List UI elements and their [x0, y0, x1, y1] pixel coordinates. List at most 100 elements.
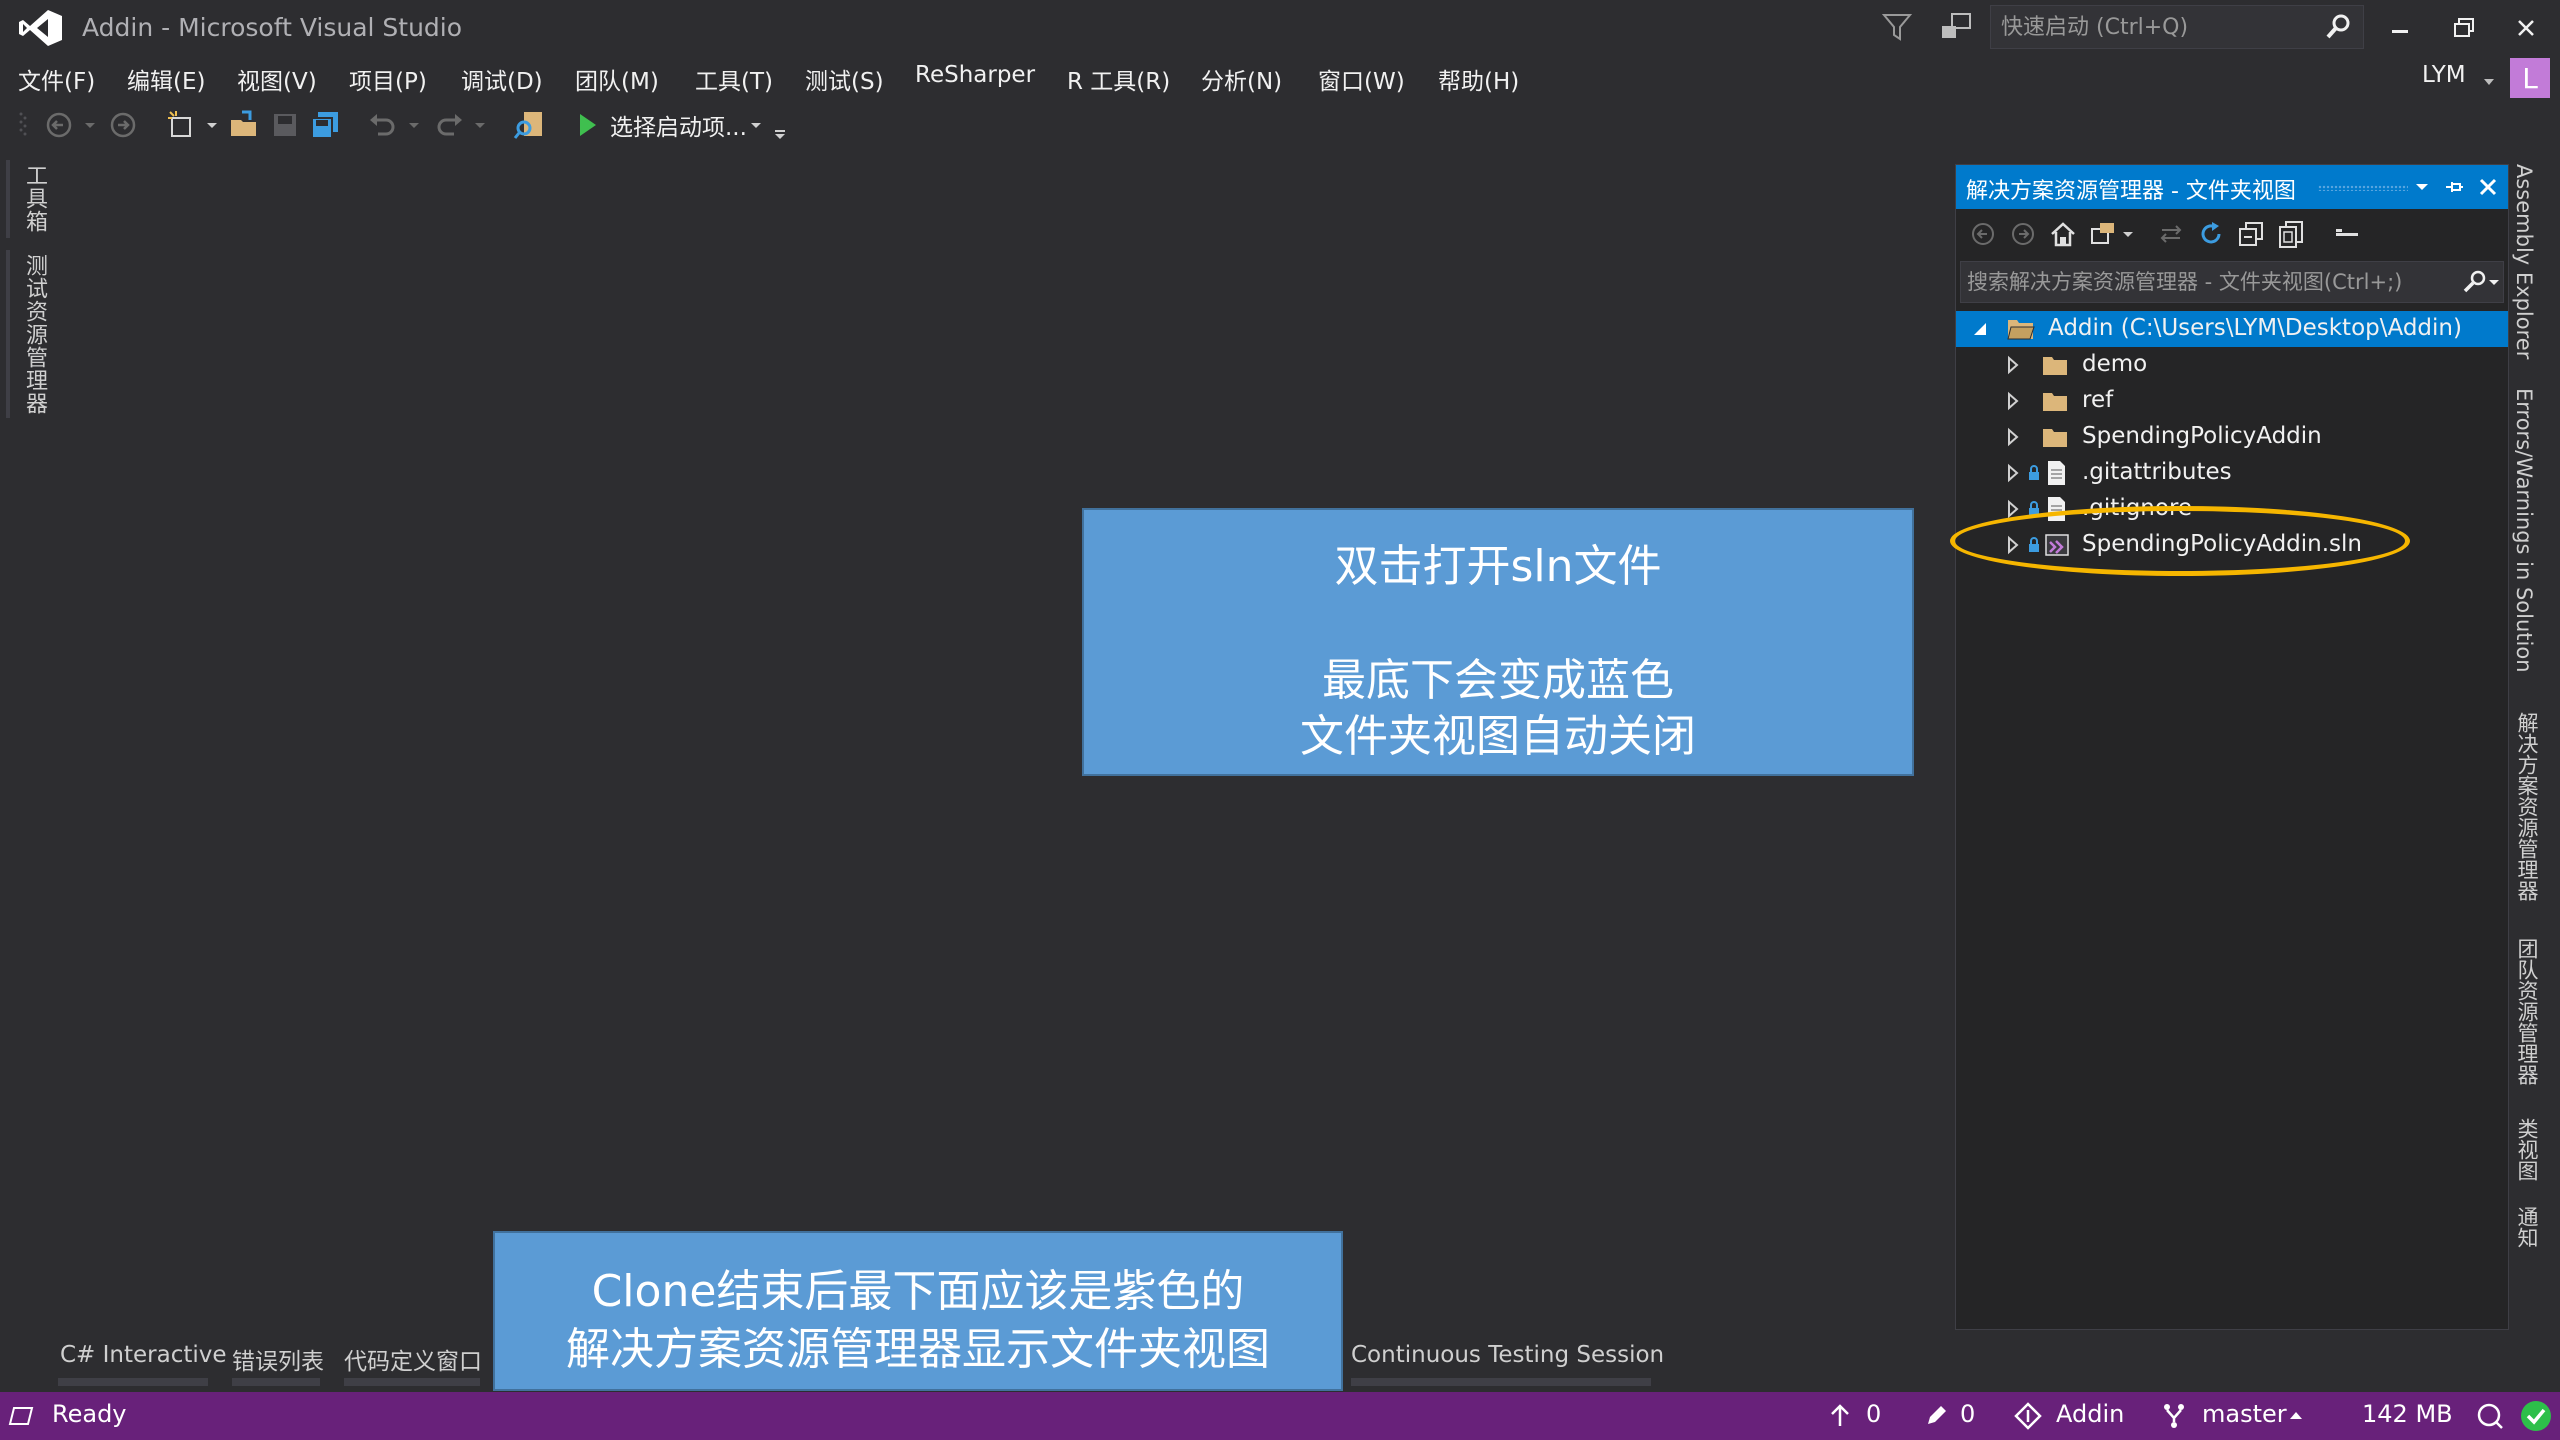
repository-icon[interactable]	[2014, 1402, 2042, 1430]
output-window-icon[interactable]	[8, 1402, 36, 1430]
solution-explorer-header[interactable]: 解决方案资源管理器 - 文件夹视图	[1956, 165, 2508, 209]
branch-name[interactable]: master	[2202, 1400, 2287, 1428]
menu-test[interactable]: 测试(S)	[805, 62, 884, 96]
startup-item-label[interactable]: 选择启动项...	[610, 108, 747, 142]
arrow-up-icon[interactable]	[1826, 1402, 1854, 1430]
solution-search-input[interactable]	[1967, 267, 2447, 297]
minimize-button[interactable]	[2374, 6, 2426, 50]
quick-launch-box[interactable]	[1990, 5, 2364, 49]
switch-views-icon[interactable]	[2088, 219, 2118, 249]
tab-solution-explorer[interactable]: 解决方案资源管理器	[2512, 712, 2542, 901]
menu-team[interactable]: 团队(M)	[575, 62, 659, 96]
show-all-files-icon[interactable]	[2276, 219, 2306, 249]
pencil-icon[interactable]	[1922, 1402, 1950, 1430]
collapsed-arrow-icon[interactable]	[2004, 391, 2022, 411]
tree-item-gitignore[interactable]: .gitignore	[1956, 491, 2508, 527]
panel-grip[interactable]	[2318, 185, 2408, 191]
menu-window[interactable]: 窗口(W)	[1318, 62, 1405, 96]
menu-debug[interactable]: 调试(D)	[461, 62, 543, 96]
check-status-icon[interactable]	[2520, 1400, 2552, 1432]
menu-analyze[interactable]: 分析(N)	[1201, 62, 1282, 96]
chevron-down-icon[interactable]	[472, 108, 488, 142]
chevron-down-icon[interactable]	[2487, 272, 2501, 292]
menu-project[interactable]: 项目(P)	[349, 62, 427, 96]
chevron-down-icon[interactable]	[2482, 72, 2496, 85]
tree-item-demo[interactable]: demo	[1956, 347, 2508, 383]
pin-icon[interactable]	[2442, 175, 2466, 199]
navigate-forward-icon[interactable]	[106, 108, 140, 142]
tree-item-spendingpolicyaddin[interactable]: SpendingPolicyAddin	[1956, 419, 2508, 455]
chevron-down-icon[interactable]	[2412, 177, 2432, 197]
save-icon[interactable]	[268, 108, 302, 142]
collapsed-arrow-icon[interactable]	[2004, 535, 2022, 555]
chevron-down-icon[interactable]	[82, 108, 98, 142]
start-debugging-icon[interactable]	[574, 108, 602, 142]
undo-icon[interactable]	[366, 108, 400, 142]
tab-test-explorer[interactable]: 测试资源管理器	[18, 254, 50, 415]
chevron-down-icon[interactable]	[2120, 219, 2136, 249]
properties-icon[interactable]	[2332, 219, 2362, 249]
lock-icon	[2028, 465, 2040, 481]
tab-csharp-interactive[interactable]: C# Interactive	[60, 1342, 227, 1368]
chevron-up-icon[interactable]	[2286, 1402, 2306, 1430]
branch-icon[interactable]	[2160, 1402, 2188, 1430]
menu-tools[interactable]: 工具(T)	[695, 62, 773, 96]
close-icon[interactable]	[2476, 175, 2500, 199]
sync-with-document-icon[interactable]	[2156, 219, 2186, 249]
chevron-down-icon[interactable]	[748, 108, 764, 142]
tree-item-solution-file[interactable]: SpendingPolicyAddin.sln	[1956, 527, 2508, 563]
quick-launch-input[interactable]	[2001, 12, 2301, 42]
user-name[interactable]: LYM	[2422, 62, 2466, 88]
tab-assembly-explorer[interactable]: Assembly Explorer	[2512, 164, 2536, 359]
pending-changes-count[interactable]: 0	[1960, 1400, 1975, 1428]
collapse-all-icon[interactable]	[2236, 219, 2266, 249]
back-icon[interactable]	[1968, 219, 1998, 249]
save-all-icon[interactable]	[308, 108, 342, 142]
feedback-icon[interactable]	[1938, 10, 1974, 44]
tab-code-definition[interactable]: 代码定义窗口	[344, 1342, 482, 1376]
tab-errors-warnings[interactable]: Errors/Warnings in Solution	[2512, 388, 2536, 673]
menu-view[interactable]: 视图(V)	[237, 62, 317, 96]
unpushed-commits-count[interactable]: 0	[1866, 1400, 1881, 1428]
notifications-icon[interactable]	[2476, 1402, 2504, 1430]
collapsed-arrow-icon[interactable]	[2004, 355, 2022, 375]
collapsed-arrow-icon[interactable]	[2004, 463, 2022, 483]
tab-continuous-testing[interactable]: Continuous Testing Session	[1351, 1342, 1664, 1368]
navigate-back-icon[interactable]	[42, 108, 76, 142]
tree-item-ref[interactable]: ref	[1956, 383, 2508, 419]
collapsed-arrow-icon[interactable]	[2004, 427, 2022, 447]
menu-help[interactable]: 帮助(H)	[1438, 62, 1519, 96]
tree-root-item[interactable]: Addin (C:\Users\LYM\Desktop\Addin)	[1956, 311, 2508, 347]
collapsed-arrow-icon[interactable]	[2004, 499, 2022, 519]
chevron-down-icon[interactable]	[406, 108, 422, 142]
menu-edit[interactable]: 编辑(E)	[127, 62, 205, 96]
callout-line: Clone结束后最下面应该是紫色的	[591, 1266, 1245, 1317]
find-in-files-icon[interactable]	[512, 108, 546, 142]
menu-file[interactable]: 文件(F)	[18, 62, 95, 96]
expanded-arrow-icon[interactable]	[1972, 319, 1990, 339]
close-window-button[interactable]	[2500, 6, 2552, 50]
new-project-icon[interactable]	[164, 108, 198, 142]
search-icon[interactable]	[2323, 12, 2353, 42]
search-icon[interactable]	[2461, 268, 2489, 296]
toolbar-options-icon[interactable]	[772, 108, 788, 142]
chevron-down-icon[interactable]	[204, 108, 220, 142]
tab-team-explorer[interactable]: 团队资源管理器	[2512, 938, 2542, 1085]
restore-button[interactable]	[2438, 6, 2490, 50]
tree-item-gitattributes[interactable]: .gitattributes	[1956, 455, 2508, 491]
redo-icon[interactable]	[432, 108, 466, 142]
avatar[interactable]: L	[2510, 58, 2550, 98]
solution-search-box[interactable]	[1960, 261, 2504, 303]
open-file-icon[interactable]	[228, 108, 262, 142]
tab-class-view[interactable]: 类视图	[2512, 1118, 2542, 1181]
tab-error-list[interactable]: 错误列表	[232, 1342, 324, 1376]
tab-toolbox[interactable]: 工具箱	[18, 164, 50, 233]
refresh-icon[interactable]	[2196, 219, 2226, 249]
home-icon[interactable]	[2048, 219, 2078, 249]
forward-icon[interactable]	[2008, 219, 2038, 249]
menu-r-tools[interactable]: R 工具(R)	[1067, 62, 1170, 96]
repository-name[interactable]: Addin	[2056, 1400, 2124, 1428]
tab-notifications[interactable]: 通知	[2512, 1206, 2542, 1248]
menu-resharper[interactable]: ReSharper	[915, 62, 1035, 88]
notification-filter-icon[interactable]	[1880, 10, 1914, 44]
